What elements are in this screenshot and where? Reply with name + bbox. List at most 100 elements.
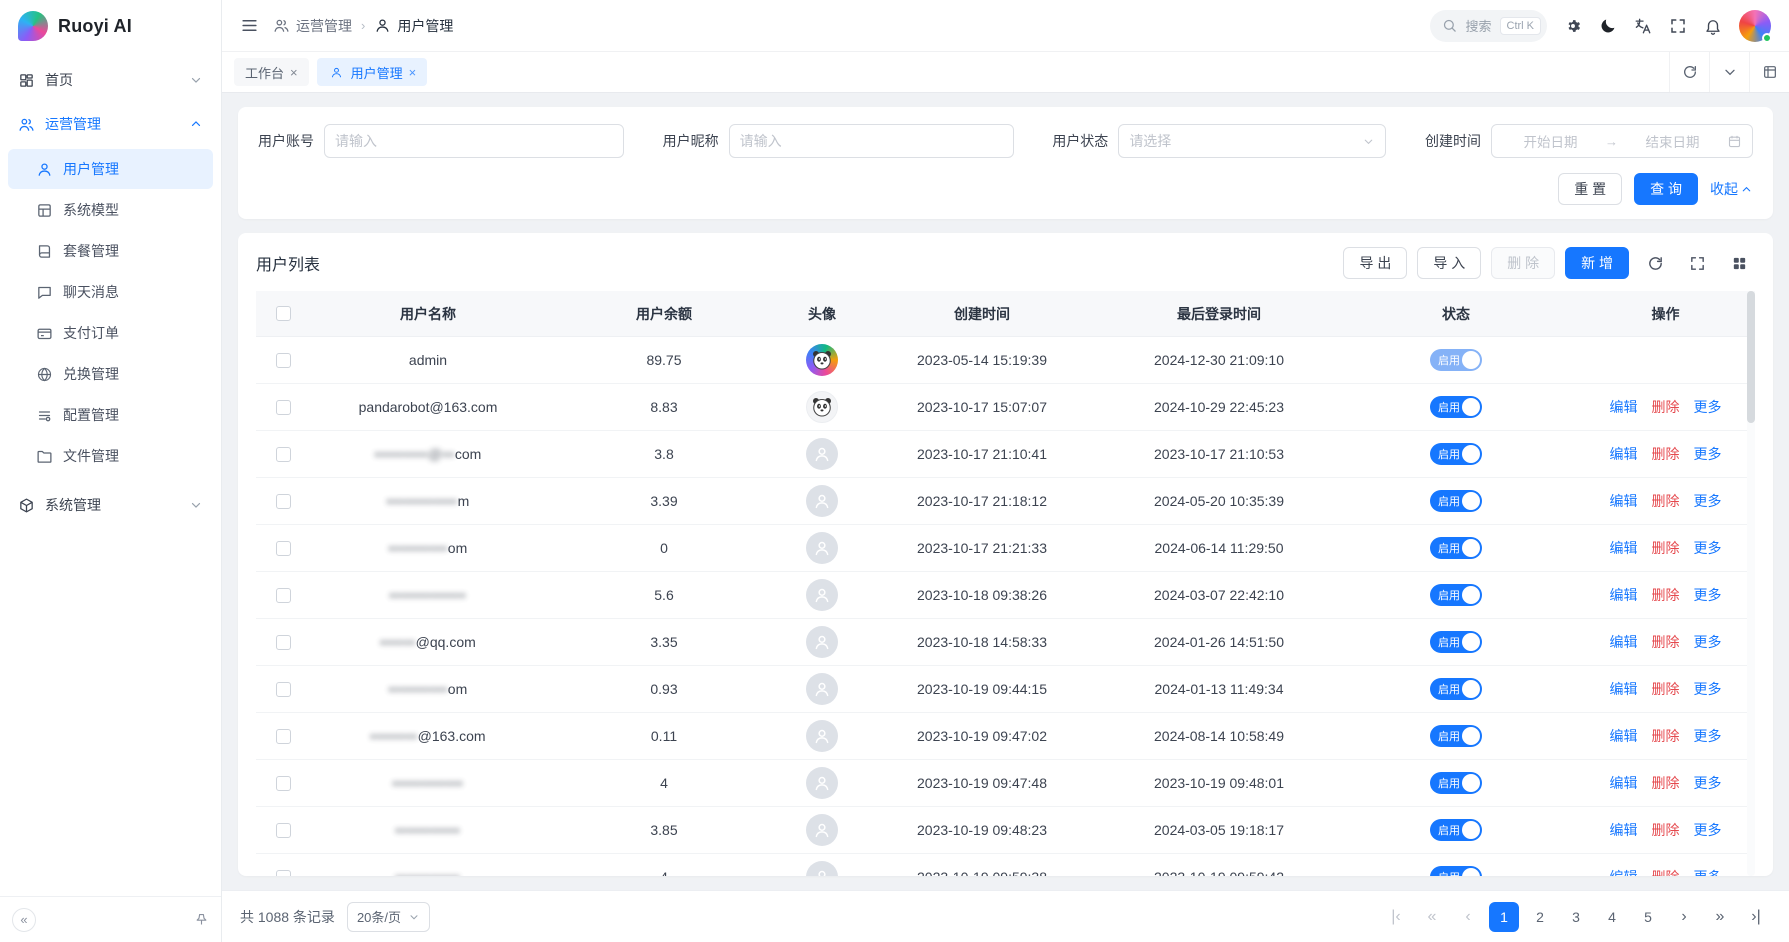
- next-page-button[interactable]: ›: [1669, 902, 1699, 932]
- scrollbar-thumb[interactable]: [1747, 291, 1755, 423]
- edit-action[interactable]: 编辑: [1610, 867, 1638, 876]
- sidebar-item-operations[interactable]: 运营管理: [0, 102, 221, 146]
- edit-action[interactable]: 编辑: [1610, 773, 1638, 793]
- export-button[interactable]: 导 出: [1343, 247, 1407, 279]
- status-toggle[interactable]: 启用: [1430, 490, 1482, 512]
- sidebar-item-chat-messages[interactable]: 聊天消息: [8, 272, 213, 312]
- delete-button[interactable]: 删 除: [1491, 247, 1555, 279]
- breadcrumb-user-management[interactable]: 用户管理: [374, 16, 453, 36]
- delete-action[interactable]: 删除: [1652, 867, 1680, 876]
- global-search-input[interactable]: 搜索 Ctrl K: [1430, 10, 1547, 42]
- more-action[interactable]: 更多: [1694, 632, 1722, 652]
- sidebar-item-system[interactable]: 系统管理: [0, 483, 221, 527]
- more-action[interactable]: 更多: [1694, 491, 1722, 511]
- more-action[interactable]: 更多: [1694, 867, 1722, 876]
- more-action[interactable]: 更多: [1694, 397, 1722, 417]
- fullscreen-icon[interactable]: [1669, 17, 1687, 35]
- row-checkbox[interactable]: [276, 588, 291, 603]
- reset-button[interactable]: 重 置: [1558, 173, 1622, 205]
- layout-expand-icon[interactable]: [1749, 52, 1789, 92]
- refresh-icon[interactable]: [1669, 52, 1709, 92]
- status-toggle[interactable]: 启用: [1430, 349, 1482, 371]
- row-checkbox[interactable]: [276, 635, 291, 650]
- page-size-select[interactable]: 20条/页: [347, 902, 430, 932]
- collapse-filter-button[interactable]: 收起: [1710, 179, 1753, 199]
- search-button[interactable]: 查 询: [1634, 173, 1698, 205]
- date-range-picker[interactable]: 开始日期 → 结束日期: [1491, 124, 1753, 158]
- more-action[interactable]: 更多: [1694, 726, 1722, 746]
- delete-action[interactable]: 删除: [1652, 538, 1680, 558]
- status-toggle[interactable]: 启用: [1430, 819, 1482, 841]
- pin-icon[interactable]: [194, 912, 209, 927]
- status-toggle[interactable]: 启用: [1430, 772, 1482, 794]
- column-settings-grid-icon[interactable]: [1723, 247, 1755, 279]
- edit-action[interactable]: 编辑: [1610, 585, 1638, 605]
- row-checkbox[interactable]: [276, 823, 291, 838]
- notifications-bell-icon[interactable]: [1704, 17, 1722, 35]
- fullscreen-icon[interactable]: [1681, 247, 1713, 279]
- more-action[interactable]: 更多: [1694, 444, 1722, 464]
- tab-user-management[interactable]: 用户管理×: [317, 58, 428, 86]
- status-toggle[interactable]: 启用: [1430, 725, 1482, 747]
- settings-gear-icon[interactable]: [1564, 17, 1582, 35]
- page-button-1[interactable]: 1: [1489, 902, 1519, 932]
- sidebar-item-files[interactable]: 文件管理: [8, 436, 213, 476]
- edit-action[interactable]: 编辑: [1610, 397, 1638, 417]
- import-button[interactable]: 导 入: [1417, 247, 1481, 279]
- page-button-3[interactable]: 3: [1561, 902, 1591, 932]
- delete-action[interactable]: 删除: [1652, 397, 1680, 417]
- chevron-down-icon[interactable]: [1709, 52, 1749, 92]
- first-page-button[interactable]: |‹: [1381, 902, 1411, 932]
- refresh-icon[interactable]: [1639, 247, 1671, 279]
- last-page-button[interactable]: ›|: [1741, 902, 1771, 932]
- delete-action[interactable]: 删除: [1652, 773, 1680, 793]
- more-action[interactable]: 更多: [1694, 679, 1722, 699]
- edit-action[interactable]: 编辑: [1610, 491, 1638, 511]
- sidebar-item-models[interactable]: 系统模型: [8, 190, 213, 230]
- add-button[interactable]: 新 增: [1565, 247, 1629, 279]
- delete-action[interactable]: 删除: [1652, 491, 1680, 511]
- theme-moon-icon[interactable]: [1599, 17, 1617, 35]
- delete-action[interactable]: 删除: [1652, 585, 1680, 605]
- delete-action[interactable]: 删除: [1652, 444, 1680, 464]
- hamburger-menu-icon[interactable]: [240, 16, 259, 35]
- status-toggle[interactable]: 启用: [1430, 631, 1482, 653]
- language-translate-icon[interactable]: [1634, 17, 1652, 35]
- sidebar-item-payment-orders[interactable]: 支付订单: [8, 313, 213, 353]
- sidebar-item-packages[interactable]: 套餐管理: [8, 231, 213, 271]
- more-action[interactable]: 更多: [1694, 773, 1722, 793]
- row-checkbox[interactable]: [276, 494, 291, 509]
- sidebar-item-users[interactable]: 用户管理: [8, 149, 213, 189]
- delete-action[interactable]: 删除: [1652, 820, 1680, 840]
- row-checkbox[interactable]: [276, 776, 291, 791]
- close-icon[interactable]: ×: [409, 65, 417, 80]
- breadcrumb-operations[interactable]: 运营管理: [273, 16, 352, 36]
- close-icon[interactable]: ×: [290, 65, 298, 80]
- more-action[interactable]: 更多: [1694, 538, 1722, 558]
- page-button-2[interactable]: 2: [1525, 902, 1555, 932]
- more-action[interactable]: 更多: [1694, 820, 1722, 840]
- status-toggle[interactable]: 启用: [1430, 866, 1482, 876]
- fast-forward-button[interactable]: »: [1705, 902, 1735, 932]
- edit-action[interactable]: 编辑: [1610, 444, 1638, 464]
- edit-action[interactable]: 编辑: [1610, 726, 1638, 746]
- more-action[interactable]: 更多: [1694, 585, 1722, 605]
- row-checkbox[interactable]: [276, 447, 291, 462]
- user-avatar[interactable]: [1739, 10, 1771, 42]
- row-checkbox[interactable]: [276, 541, 291, 556]
- sidebar-item-config[interactable]: 配置管理: [8, 395, 213, 435]
- edit-action[interactable]: 编辑: [1610, 632, 1638, 652]
- user-status-select[interactable]: 请选择: [1118, 124, 1386, 158]
- row-checkbox[interactable]: [276, 870, 291, 877]
- select-all-checkbox[interactable]: [276, 306, 291, 321]
- tab-workbench[interactable]: 工作台×: [234, 58, 309, 86]
- delete-action[interactable]: 删除: [1652, 726, 1680, 746]
- row-checkbox[interactable]: [276, 400, 291, 415]
- prev-page-button[interactable]: ‹: [1453, 902, 1483, 932]
- user-account-input[interactable]: [335, 133, 613, 149]
- page-button-5[interactable]: 5: [1633, 902, 1663, 932]
- edit-action[interactable]: 编辑: [1610, 679, 1638, 699]
- row-checkbox[interactable]: [276, 729, 291, 744]
- page-button-4[interactable]: 4: [1597, 902, 1627, 932]
- app-logo[interactable]: Ruoyi AI: [0, 0, 221, 52]
